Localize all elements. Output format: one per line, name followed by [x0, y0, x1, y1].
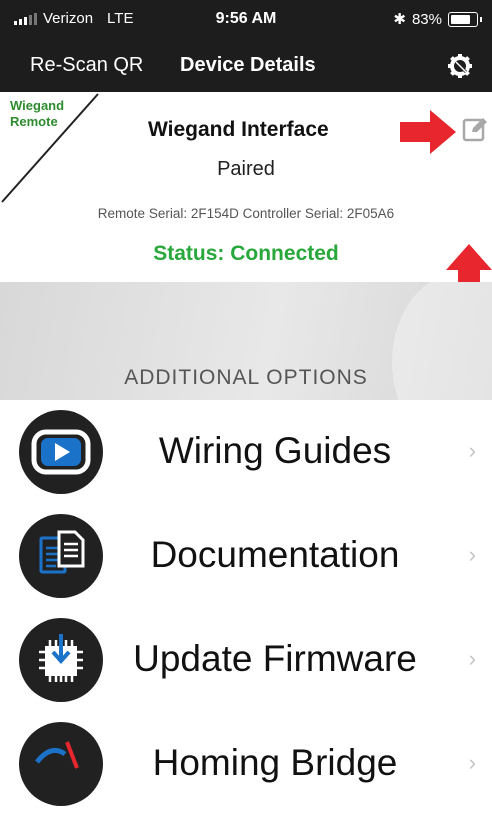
wiring-guides-label: Wiring Guides	[158, 430, 392, 471]
play-video-icon	[19, 410, 103, 494]
serial-numbers: Remote Serial: 2F154D Controller Serial:…	[97, 206, 395, 221]
page-title: Device Details	[180, 54, 316, 76]
nav-bar: Re-Scan QR Device Details	[0, 40, 492, 92]
documentation-label: Documentation	[150, 534, 400, 575]
rescan-qr-button[interactable]: Re-Scan QR	[30, 54, 143, 77]
update-firmware-label: Update Firmware	[133, 638, 417, 679]
chevron-right-icon: ›	[468, 750, 476, 775]
chip-download-icon	[19, 618, 103, 702]
bridge-icon	[19, 722, 103, 806]
device-type-line1: Wiegand	[10, 98, 65, 113]
gear-wrench-icon[interactable]	[446, 52, 474, 80]
chevron-right-icon: ›	[468, 542, 476, 567]
device-header: Wiegand Remote Wiegand Interface Paired …	[0, 92, 492, 300]
wiring-guides-row[interactable]: Wiring Guides ›	[0, 400, 492, 504]
battery-icon	[448, 11, 482, 27]
bluetooth-icon: ✱	[393, 11, 406, 28]
chevron-right-icon: ›	[468, 646, 476, 671]
battery-group: ✱ 83%	[393, 10, 482, 28]
homing-bridge-label: Homing Bridge	[152, 742, 398, 783]
edit-pencil-icon[interactable]	[462, 116, 488, 142]
red-arrow-right-icon	[400, 110, 456, 154]
homing-bridge-row[interactable]: Homing Bridge ›	[0, 712, 492, 816]
update-firmware-row[interactable]: Update Firmware ›	[0, 608, 492, 712]
device-type-label: Wiegand Remote	[10, 98, 64, 130]
device-name: Wiegand Interface	[148, 118, 329, 141]
documents-icon	[19, 514, 103, 598]
device-type-line2: Remote	[10, 114, 58, 129]
pairing-state: Paired	[217, 158, 275, 180]
chevron-right-icon: ›	[468, 438, 476, 463]
status-bar: Verizon LTE 9:56 AM ✱ 83%	[0, 0, 492, 40]
options-heading: ADDITIONAL OPTIONS	[124, 366, 368, 389]
battery-percent: 83%	[411, 10, 442, 28]
connection-status: Status: Connected	[153, 242, 339, 265]
documentation-row[interactable]: Documentation ›	[0, 504, 492, 608]
options-banner: ADDITIONAL OPTIONS	[0, 282, 492, 400]
